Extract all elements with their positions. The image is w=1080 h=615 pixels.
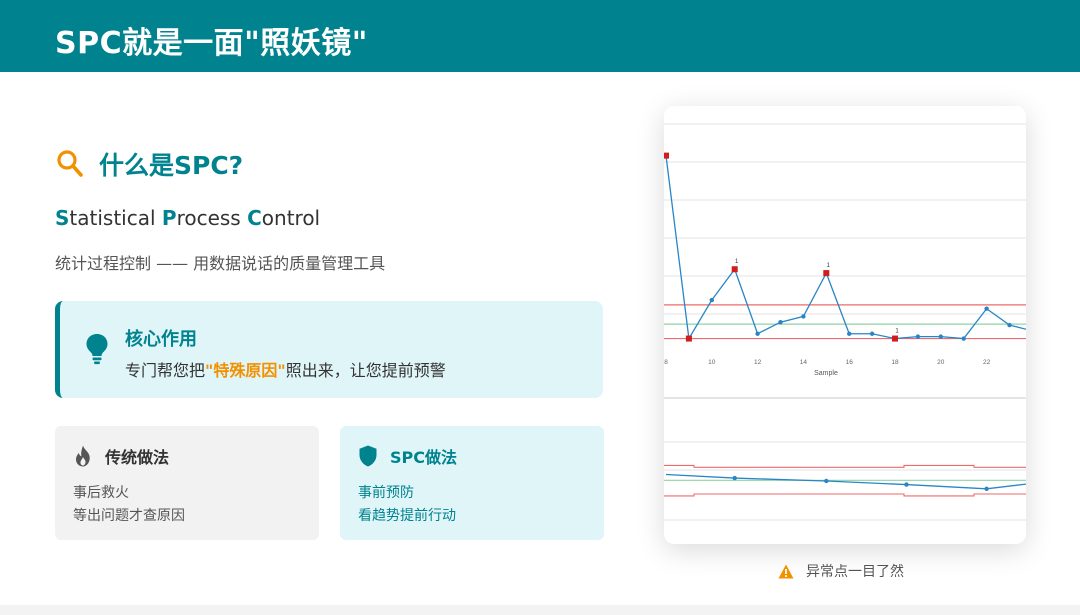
core-function-text: 专门帮您把"特殊原因"照出来，让您提前预警 [125, 357, 446, 381]
alarm-label-0: 1 [735, 259, 739, 265]
alarm-point-10 [892, 335, 898, 342]
spc-line-1: 事前预防 [358, 485, 414, 501]
traditional-card-head: 传统做法 [73, 444, 169, 468]
core-function-card: 核心作用 专门帮您把"特殊原因"照出来，让您提前预警 [55, 301, 603, 398]
data-point-14 [984, 306, 989, 311]
bottom-data-point-1 [732, 475, 737, 481]
alarm-point-7 [823, 270, 830, 277]
x-tick-label-1: 10 [708, 359, 716, 366]
full-name-word-control: ontrol [261, 206, 321, 230]
full-name-initial-c: C [247, 206, 262, 230]
alarm-point-1 [685, 335, 692, 342]
traditional-line-2: 等出问题才查原因 [73, 508, 185, 524]
top-series-line [665, 155, 1026, 341]
x-tick-label-5: 18 [891, 359, 899, 366]
bottom-series-line [665, 473, 1026, 490]
spc-approach-card: SPC做法 事前预防 看趋势提前行动 [340, 426, 604, 540]
control-chart: 1 1 1 8 10 12 14 16 18 20 22 Sample [664, 123, 1026, 521]
caption-text: 异常点一目了然 [806, 564, 904, 580]
footer-strip [0, 605, 1080, 615]
alarm-point-3 [731, 266, 738, 273]
data-point-5 [778, 319, 783, 325]
spc-line-2: 看趋势提前行动 [358, 508, 456, 524]
spc-full-name: Statistical Process Control [55, 206, 320, 230]
spc-title: SPC做法 [390, 448, 457, 467]
bottom-upper-limit [664, 464, 1026, 468]
data-point-6 [801, 314, 806, 319]
what-is-title: 什么是SPC? [99, 151, 244, 180]
data-point-13 [961, 336, 966, 341]
bottom-data-point-3 [904, 482, 909, 487]
full-name-word-process: rocess [176, 206, 248, 230]
warning-icon [778, 564, 794, 578]
data-point-15 [1007, 322, 1012, 328]
traditional-line-1: 事后救火 [73, 485, 129, 501]
data-point-2 [709, 297, 714, 303]
bottom-data-point-4 [984, 486, 989, 491]
data-point-8 [847, 331, 852, 336]
alarm-label-1: 1 [827, 263, 831, 269]
lightbulb-icon [86, 334, 108, 365]
x-tick-label-3: 14 [800, 359, 808, 366]
control-chart-card: 1 1 1 8 10 12 14 16 18 20 22 Sample [664, 106, 1026, 544]
x-tick-label-6: 20 [937, 359, 945, 366]
page-title: SPC就是一面"照妖镜" [55, 26, 368, 61]
core-text-before: 专门帮您把 [125, 361, 206, 380]
x-tick-label-0: 8 [664, 359, 668, 366]
data-point-12 [938, 334, 943, 339]
search-icon [57, 150, 83, 177]
chart-caption: 异常点一目了然 [778, 561, 904, 581]
header-bar: SPC就是一面"照妖镜" [0, 0, 1080, 72]
x-tick-label-2: 12 [754, 359, 762, 366]
spc-description: 统计过程控制 —— 用数据说话的质量管理工具 [55, 254, 386, 273]
core-text-highlight: "特殊原因" [205, 361, 286, 380]
alarm-label-2: 1 [895, 329, 899, 335]
alarm-point-0 [664, 152, 669, 159]
data-point-9 [869, 331, 875, 336]
spc-card-head: SPC做法 [358, 444, 457, 468]
traditional-approach-card: 传统做法 事后救火 等出问题才查原因 [55, 426, 319, 540]
bottom-lower-limit [664, 493, 1026, 497]
x-tick-label-4: 16 [846, 359, 854, 366]
x-axis-label: Sample [814, 370, 838, 377]
x-tick-label-7: 22 [983, 359, 991, 366]
core-function-title: 核心作用 [125, 329, 197, 350]
full-name-initial-s: S [55, 206, 70, 230]
fire-icon [75, 445, 90, 467]
data-point-11 [915, 334, 921, 339]
data-point-4 [755, 331, 760, 336]
core-text-after: 照出来，让您提前预警 [285, 361, 446, 380]
shield-icon [359, 445, 377, 467]
traditional-title: 传统做法 [105, 448, 170, 467]
what-is-heading: 什么是SPC? [56, 146, 243, 182]
full-name-word-statistical: tatistical [69, 206, 162, 230]
bottom-data-point-2 [824, 478, 829, 484]
full-name-initial-p: P [161, 206, 177, 230]
